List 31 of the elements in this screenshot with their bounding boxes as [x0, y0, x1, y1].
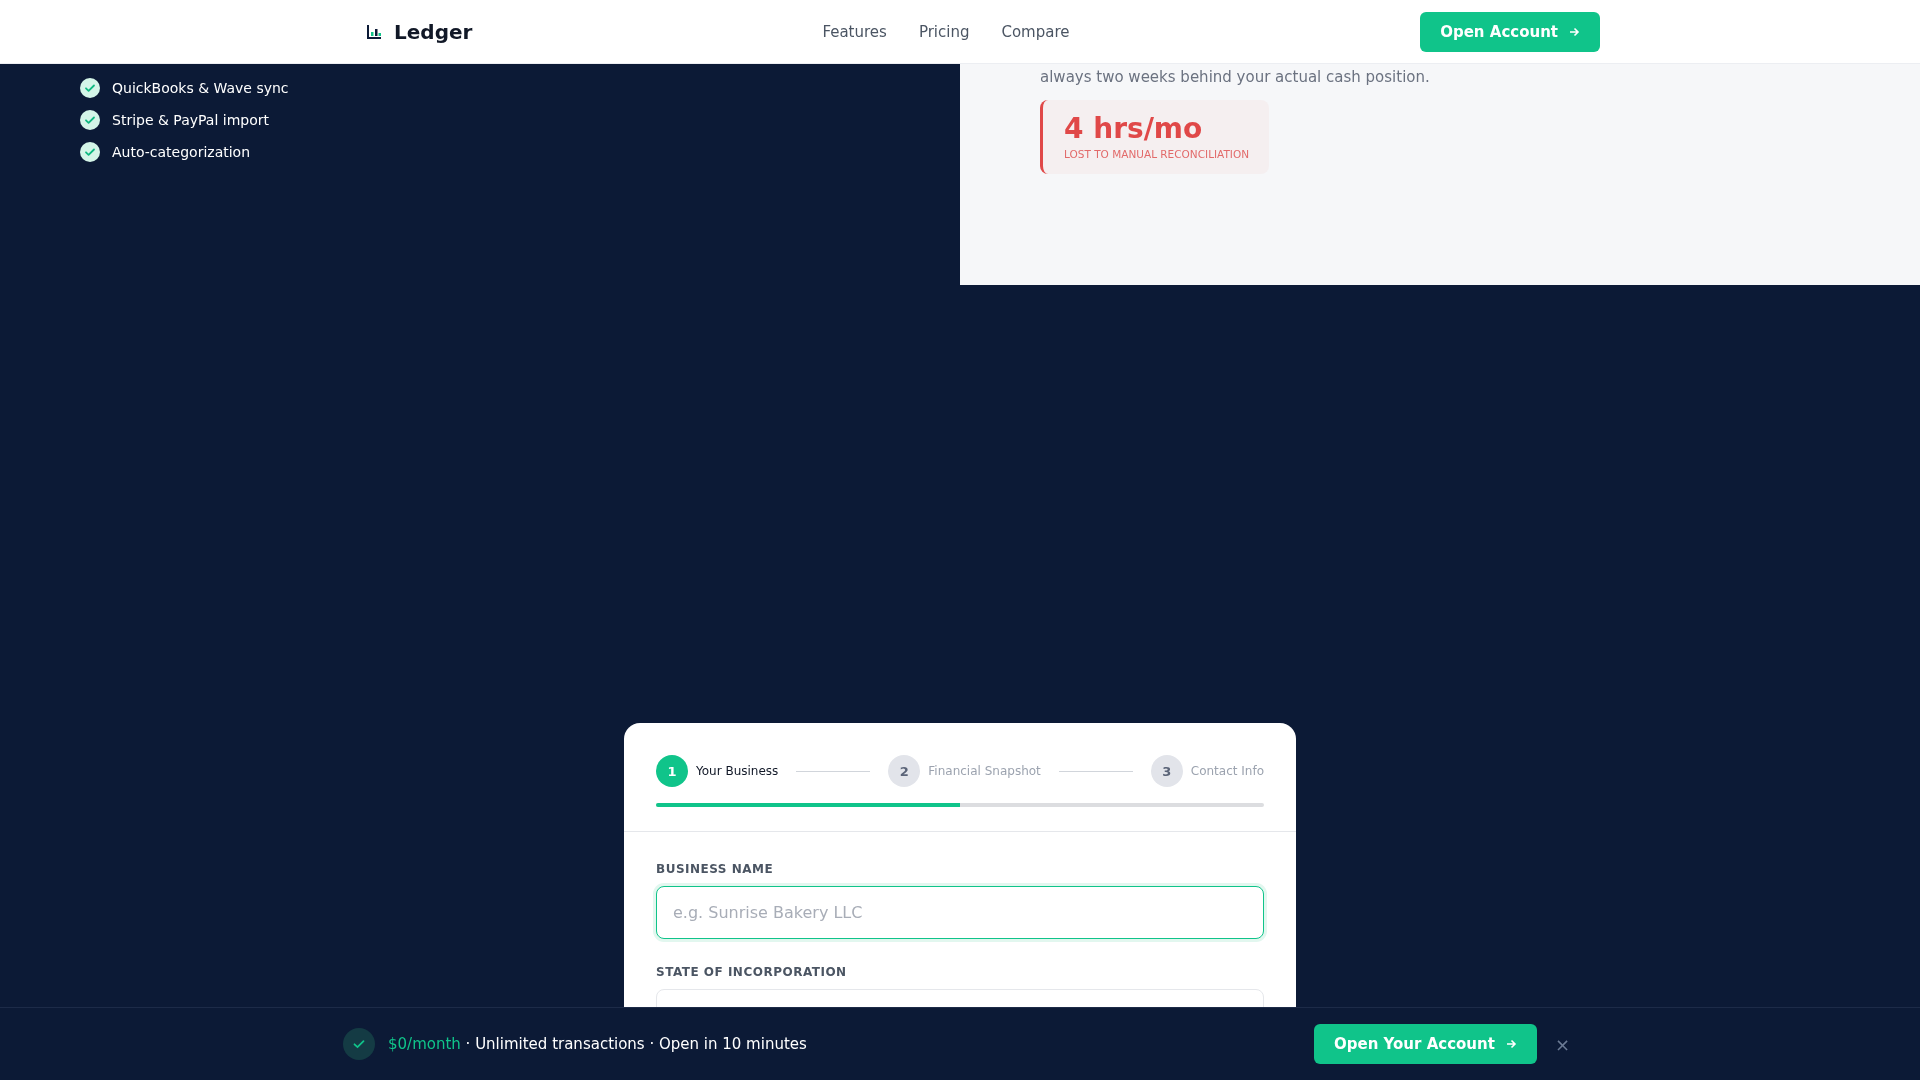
- input-field[interactable]: e.g. Sunrise Bakery LLC: [656, 886, 1264, 939]
- chart-icon: [366, 23, 382, 40]
- stat-label: LOST TO MANUAL RECONCILIATION: [1064, 148, 1250, 160]
- check-icon: [343, 1028, 375, 1060]
- nav-link[interactable]: Pricing: [918, 22, 970, 41]
- check-icon: [80, 78, 100, 98]
- offer-text: $0/month · Unlimited transactions · Open in 10 minutes: [388, 1035, 807, 1053]
- feature-text: Stripe & PayPal import: [112, 112, 269, 128]
- body-text: always two weeks behind your actual cash position.: [1040, 68, 1431, 86]
- arrow-icon: [1504, 1038, 1517, 1050]
- step-tab[interactable]: 2 Financial Snapshot: [888, 755, 1041, 787]
- stat-value: 4 hrs/mo: [1064, 112, 1204, 145]
- step-number: 2: [888, 755, 921, 787]
- step-number: 3: [1150, 755, 1183, 787]
- step-label: Your Business: [696, 764, 779, 778]
- step-number: 1: [656, 755, 688, 787]
- arrow-icon: [1568, 25, 1580, 38]
- step-tab[interactable]: 3 Contact Info: [1150, 755, 1264, 787]
- step-label: Contact Info: [1190, 764, 1264, 778]
- feature-text: Auto-categorization: [112, 144, 251, 160]
- step-tab[interactable]: 1 Your Business: [656, 755, 779, 787]
- close-button[interactable]: ×: [1550, 1033, 1574, 1055]
- field-label: STATE OF INCORPORATION: [656, 965, 848, 979]
- brand-name: Ledger: [394, 19, 473, 44]
- check-icon: [80, 142, 100, 162]
- check-icon: [80, 110, 100, 130]
- step-label: Financial Snapshot: [928, 764, 1041, 778]
- field-label: BUSINESS NAME: [656, 862, 775, 876]
- nav-link[interactable]: Compare: [1001, 22, 1070, 41]
- nav-link[interactable]: Features: [822, 22, 887, 41]
- feature-text: QuickBooks & Wave sync: [112, 80, 289, 96]
